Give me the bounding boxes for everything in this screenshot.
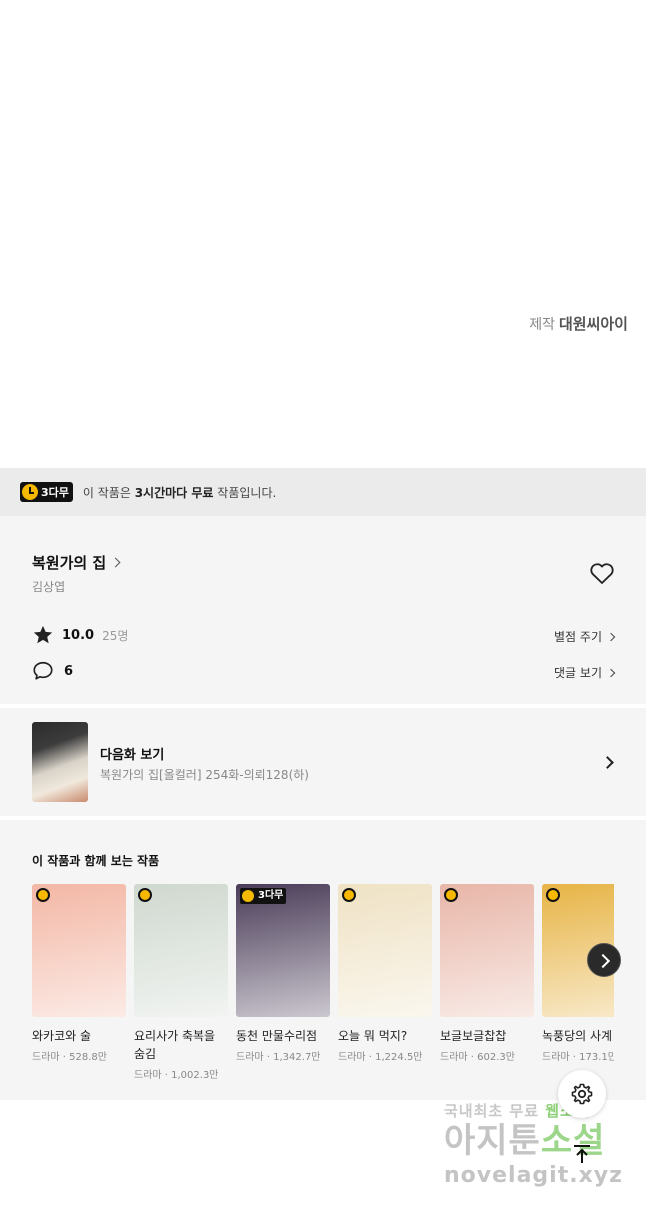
recommendation-meta: 드라마 · 1,342.7만 <box>236 1052 321 1063</box>
recommendation-cover <box>338 884 432 1017</box>
viewer-page: 제작 대원씨아이 3다무 이 작품은 3시간마다 무료 작품입니다. 복원가의 집… <box>0 0 646 1216</box>
clock-icon <box>444 888 458 902</box>
rating-value: 10.0 <box>62 627 95 643</box>
watermark: 국내최초 무료 웹소설 아지툰소설 novelagit.xyz <box>444 1100 640 1188</box>
next-episode-subtitle: 복원가의 집[올컬러] 254화-의뢰128(하) <box>100 768 309 782</box>
comment-row: 6 <box>32 660 73 682</box>
settings-button[interactable] <box>558 1070 606 1118</box>
clock-icon <box>342 888 356 902</box>
watermark-line-2: 아지툰소설 <box>444 1121 640 1161</box>
recommendation-meta: 드라마 · 1,224.5만 <box>338 1052 423 1063</box>
chevron-right-icon <box>110 557 121 568</box>
credit-studio: 대원씨아이 <box>558 315 628 333</box>
rating-row: 10.0 25명 <box>32 624 128 646</box>
watermark-line-2-a: 아지툰 <box>444 1121 541 1161</box>
recommendation-card[interactable]: 와카코와 술드라마 · 528.8만 <box>32 884 126 1063</box>
recommendation-meta: 드라마 · 528.8만 <box>32 1052 107 1063</box>
carousel-next-button[interactable] <box>587 943 621 977</box>
free-every-3-hours-banner: 3다무 이 작품은 3시간마다 무료 작품입니다. <box>0 468 646 516</box>
free-text-bold: 3시간마다 무료 <box>134 485 214 500</box>
recommendation-card[interactable]: 오늘 뭐 먹지? 드라마 · 1,224.5만 <box>338 884 432 1063</box>
chevron-right-icon <box>606 668 616 677</box>
gear-icon <box>571 1083 593 1105</box>
comment-icon <box>33 661 53 680</box>
chevron-right-icon <box>601 756 614 769</box>
rating-votes: 25명 <box>102 628 129 643</box>
rate-button[interactable]: 별점 주기 <box>554 628 616 645</box>
clock-icon <box>546 888 560 902</box>
comment-count: 6 <box>64 663 74 679</box>
rate-button-label: 별점 주기 <box>554 630 602 644</box>
heart-icon[interactable] <box>589 562 615 586</box>
wait-free-badge: 3다무 <box>20 482 73 502</box>
recommendation-cover <box>134 884 228 1017</box>
production-credit: 제작 대원씨아이 <box>529 313 628 334</box>
clock-icon <box>36 888 50 902</box>
arrow-up-icon <box>574 1145 590 1163</box>
credit-label: 제작 <box>529 317 555 333</box>
clock-icon <box>22 484 38 500</box>
recommendation-title: 와카코와 술 <box>32 1029 92 1043</box>
recommendations-title: 이 작품과 함께 보는 작품 <box>32 854 160 868</box>
recommendation-card[interactable]: 보글보글찹찹드라마 · 602.3만 <box>440 884 534 1063</box>
comic-image-area: 제작 대원씨아이 <box>0 0 646 468</box>
recommendation-meta: 드라마 · 602.3만 <box>440 1052 515 1063</box>
star-icon <box>33 625 53 644</box>
watermark-url: novelagit.xyz <box>444 1163 623 1188</box>
recommendation-meta: 드라마 · 1,002.3만 <box>134 1070 219 1081</box>
work-author: 김상엽 <box>32 580 66 594</box>
recommendation-title: 보글보글찹찹 <box>440 1029 507 1043</box>
watermark-line-1-a: 국내최초 무료 <box>444 1102 546 1120</box>
next-episode-thumbnail <box>32 722 88 802</box>
free-banner-text: 이 작품은 3시간마다 무료 작품입니다. <box>83 484 276 501</box>
free-text-suffix: 작품입니다. <box>213 485 277 500</box>
next-episode-label: 다음화 보기 <box>100 748 165 763</box>
recommendation-cover <box>440 884 534 1017</box>
wait-free-badge: 3다무 <box>240 888 287 904</box>
clock-icon <box>138 888 152 902</box>
recommendation-cover: 3다무 <box>236 884 330 1017</box>
recommendation-card[interactable]: 요리사가 축복을 숨김드라마 · 1,002.3만 <box>134 884 228 1081</box>
recommendation-meta: 드라마 · 173.1만 <box>542 1052 614 1063</box>
recommendation-title: 동천 만물수리점 <box>236 1029 318 1043</box>
free-text-prefix: 이 작품은 <box>82 485 135 500</box>
wait-free-badge-label: 3다무 <box>41 486 69 499</box>
work-title-link[interactable]: 복원가의 집 <box>32 552 121 573</box>
recommendations-section: 이 작품과 함께 보는 작품 와카코와 술 드라마 · 528.8만 요리사가 축복… <box>0 820 646 1100</box>
chevron-right-icon <box>606 632 616 641</box>
next-episode-card[interactable]: 다음화 보기 복원가의 집[올컬러] 254화-의뢰128(하) <box>0 708 646 816</box>
work-title: 복원가의 집 <box>32 554 107 572</box>
scroll-to-top-button[interactable] <box>568 1140 596 1168</box>
work-info-panel: 복원가의 집 김상엽 10.0 25명 별점 주기 6 댓글 보기 <box>0 516 646 704</box>
view-comments-label: 댓글 보기 <box>554 666 602 680</box>
view-comments-button[interactable]: 댓글 보기 <box>554 664 616 681</box>
recommendation-title: 오늘 뭐 먹지? <box>338 1029 408 1043</box>
watermark-line-1: 국내최초 무료 웹소설 <box>444 1100 640 1121</box>
recommendation-title: 요리사가 축복을 숨김 <box>134 1029 216 1061</box>
recommendation-card[interactable]: 3다무동천 만물수리점드라마 · 1,342.7만 <box>236 884 330 1063</box>
recommendations-carousel: 와카코와 술 드라마 · 528.8만 요리사가 축복을 숨김 드라마 · 1,002… <box>32 884 614 1094</box>
recommendation-cover <box>32 884 126 1017</box>
recommendation-title: 녹풍당의 사계 <box>542 1029 613 1043</box>
